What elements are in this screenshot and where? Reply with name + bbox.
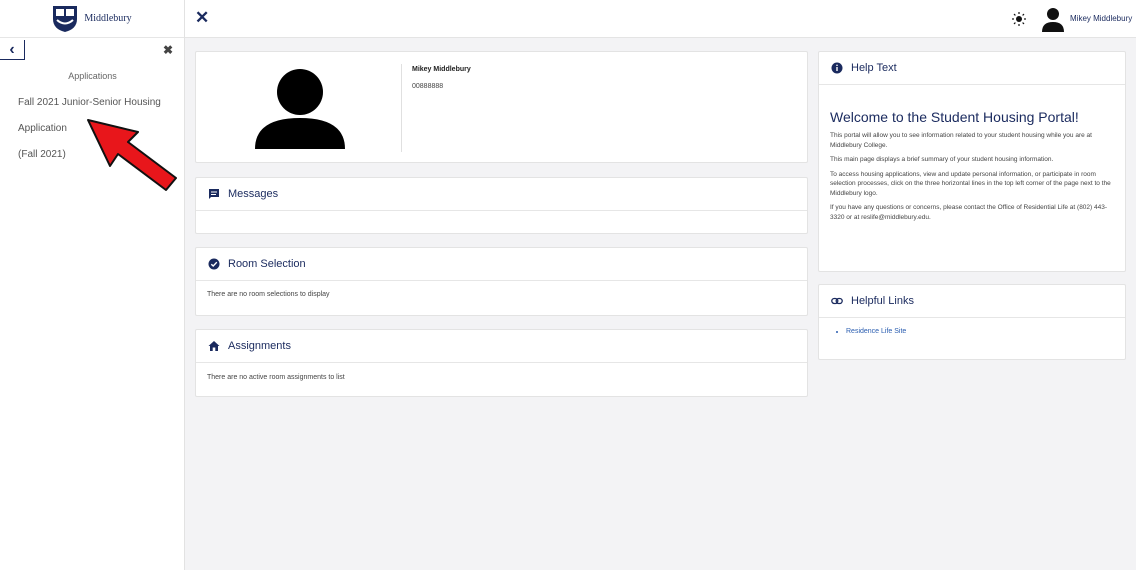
help-paragraph: If you have any questions or concerns, p… [830, 204, 1108, 221]
sidebar: Middlebury ‹ ✖ Applications Fall 2021 Ju… [0, 0, 185, 570]
profile-name: Mikey Middlebury [412, 66, 471, 73]
help-header: Help Text [819, 52, 1125, 85]
close-icon[interactable]: ✖ [163, 43, 173, 57]
help-paragraph: This portal will allow you to see inform… [830, 132, 1092, 149]
logo[interactable]: Middlebury [0, 0, 184, 38]
profile-avatar-icon [255, 69, 345, 149]
sidebar-heading: Applications [68, 71, 117, 81]
help-paragraph: This main page displays a brief summary … [830, 156, 1054, 163]
link-residence-life[interactable]: Residence Life Site [846, 328, 1125, 335]
assignments-empty: There are no active room assignments to … [207, 374, 345, 381]
helpful-links-title: Helpful Links [851, 295, 914, 307]
assignments-header: Assignments [196, 330, 807, 363]
sidebar-item-application-line2[interactable]: Application [18, 123, 67, 134]
home-icon [208, 341, 220, 351]
room-selection-empty: There are no room selections to display [207, 291, 330, 298]
sidebar-item-term[interactable]: (Fall 2021) [18, 149, 66, 160]
chevron-left-icon: ‹ [9, 40, 15, 58]
collapse-sidebar-button[interactable]: ‹ [0, 40, 25, 60]
sidebar-item-application[interactable]: Fall 2021 Junior-Senior Housing [18, 97, 161, 108]
help-title: Help Text [851, 62, 897, 74]
room-selection-header: Room Selection [196, 248, 807, 281]
helpful-links-card: Helpful Links Residence Life Site [818, 284, 1126, 360]
message-icon [209, 189, 219, 199]
profile-divider [401, 64, 402, 152]
messages-card: Messages [195, 177, 808, 234]
messages-title: Messages [228, 188, 279, 200]
help-welcome: Welcome to the Student Housing Portal! [830, 109, 1079, 125]
profile-card: Mikey Middlebury 00888888 [195, 51, 808, 163]
user-name[interactable]: Mikey Middlebury [1070, 14, 1132, 23]
link-icon [831, 297, 843, 305]
help-card: Help Text Welcome to the Student Housing… [818, 51, 1126, 272]
helpful-links-list: Residence Life Site [819, 318, 1125, 335]
logo-text: Middlebury [84, 13, 132, 24]
room-selection-title: Room Selection [228, 258, 306, 270]
help-body: Welcome to the Student Housing Portal! T… [819, 85, 1125, 222]
help-paragraph: To access housing applications, view and… [830, 170, 1111, 197]
profile-id: 00888888 [412, 83, 444, 90]
helpful-links-header: Helpful Links [819, 285, 1125, 318]
sun-icon[interactable] [1012, 12, 1026, 26]
assignments-card: Assignments There are no active room ass… [195, 329, 808, 397]
close-icon[interactable]: ✕ [195, 9, 209, 26]
messages-header: Messages [196, 178, 807, 211]
user-avatar-icon[interactable] [1041, 7, 1065, 33]
red-arrow-annotation [87, 119, 177, 191]
middlebury-shield-logo [53, 5, 78, 32]
info-icon [831, 62, 843, 74]
top-bar: ✕ Mikey Middlebury [185, 0, 1136, 38]
assignments-title: Assignments [228, 340, 291, 352]
room-selection-card: Room Selection There are no room selecti… [195, 247, 808, 316]
check-circle-icon [208, 258, 220, 270]
